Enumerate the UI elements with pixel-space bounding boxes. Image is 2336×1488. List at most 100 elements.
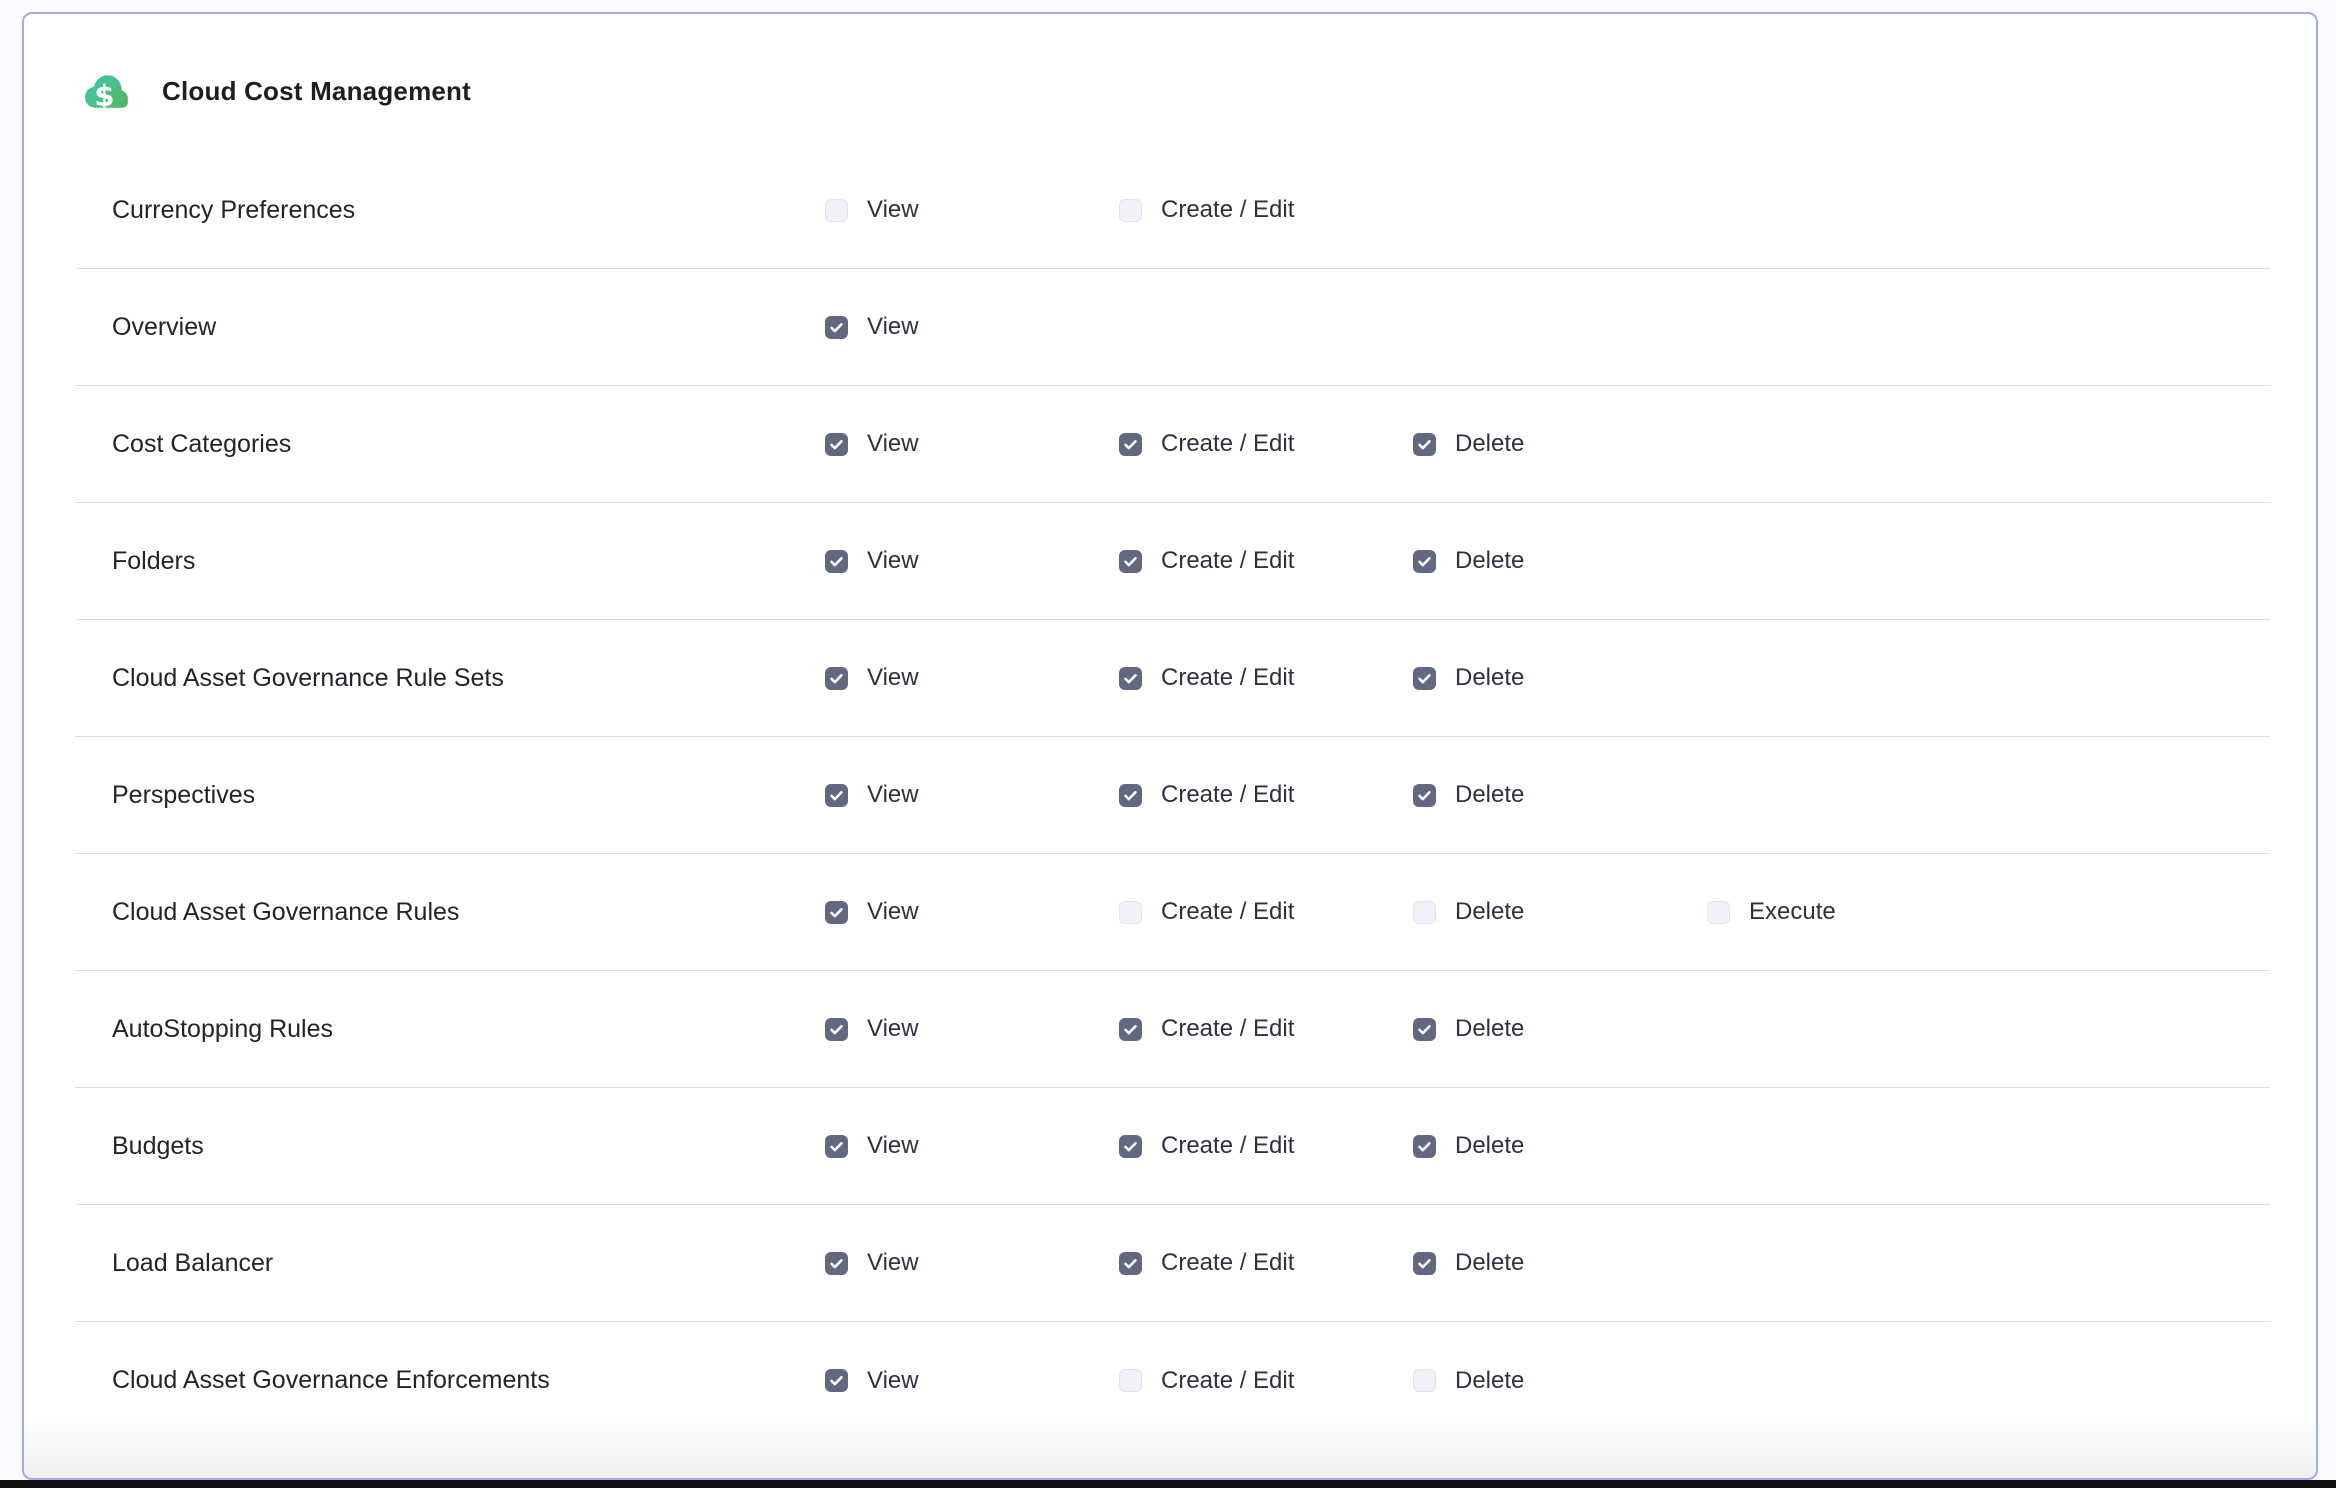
permission-label: Create / Edit <box>1161 1015 1294 1043</box>
view-checkbox[interactable]: View <box>825 430 1119 458</box>
resource-name: Cost Categories <box>75 430 825 459</box>
permission-label: Create / Edit <box>1161 1132 1294 1160</box>
bottom-edge-strip <box>0 1480 2336 1488</box>
checkbox-icon <box>825 1369 848 1392</box>
checkbox-icon <box>1413 550 1436 573</box>
checkmark-icon <box>828 553 845 570</box>
permission-row: Overview View <box>75 269 2270 386</box>
permission-label: Create / Edit <box>1161 1249 1294 1277</box>
permission-label: View <box>867 1132 919 1160</box>
permission-row: Cost Categories View Create / Edit Delet… <box>75 386 2270 503</box>
delete-checkbox[interactable]: Delete <box>1413 898 1707 926</box>
permission-label: Create / Edit <box>1161 196 1294 224</box>
create-edit-checkbox[interactable]: Create / Edit <box>1119 430 1413 458</box>
resource-name: Load Balancer <box>75 1249 825 1278</box>
checkbox-icon <box>825 199 848 222</box>
checkmark-icon <box>1416 1138 1433 1155</box>
view-checkbox[interactable]: View <box>825 898 1119 926</box>
permission-row: AutoStopping Rules View Create / Edit De… <box>75 971 2270 1088</box>
permission-label: View <box>867 313 919 341</box>
checkbox-icon <box>1413 1135 1436 1158</box>
permission-label: Delete <box>1455 664 1524 692</box>
permission-label: View <box>867 781 919 809</box>
permission-label: Delete <box>1455 1249 1524 1277</box>
delete-checkbox[interactable]: Delete <box>1413 1132 1707 1160</box>
checkbox-icon <box>1707 901 1730 924</box>
create-edit-checkbox[interactable]: Create / Edit <box>1119 1132 1413 1160</box>
permission-label: Delete <box>1455 1367 1524 1395</box>
checkmark-icon <box>828 1255 845 1272</box>
checkbox-icon <box>825 550 848 573</box>
checkbox-icon <box>825 433 848 456</box>
checkmark-icon <box>828 904 845 921</box>
checkmark-icon <box>1416 1255 1433 1272</box>
create-edit-checkbox[interactable]: Create / Edit <box>1119 547 1413 575</box>
delete-checkbox[interactable]: Delete <box>1413 664 1707 692</box>
checkmark-icon <box>1122 436 1139 453</box>
permission-label: View <box>867 547 919 575</box>
permission-row: Cloud Asset Governance Enforcements View… <box>75 1322 2270 1439</box>
checkmark-icon <box>828 1138 845 1155</box>
permission-label: Delete <box>1455 430 1524 458</box>
permission-label: Delete <box>1455 898 1524 926</box>
checkbox-icon <box>825 1018 848 1041</box>
create-edit-checkbox[interactable]: Create / Edit <box>1119 1367 1413 1395</box>
permission-label: View <box>867 1249 919 1277</box>
permission-row: Cloud Asset Governance Rules View Create… <box>75 854 2270 971</box>
view-checkbox[interactable]: View <box>825 1367 1119 1395</box>
resource-name: Cloud Asset Governance Rules <box>75 898 825 927</box>
permission-label: Delete <box>1455 547 1524 575</box>
module-header: $ Cloud Cost Management <box>80 68 471 115</box>
delete-checkbox[interactable]: Delete <box>1413 547 1707 575</box>
create-edit-checkbox[interactable]: Create / Edit <box>1119 664 1413 692</box>
view-checkbox[interactable]: View <box>825 781 1119 809</box>
checkbox-icon <box>825 667 848 690</box>
checkmark-icon <box>828 787 845 804</box>
delete-checkbox[interactable]: Delete <box>1413 781 1707 809</box>
view-checkbox[interactable]: View <box>825 196 1119 224</box>
checkbox-icon <box>1413 901 1436 924</box>
checkmark-icon <box>1122 1021 1139 1038</box>
permission-label: Delete <box>1455 1015 1524 1043</box>
delete-checkbox[interactable]: Delete <box>1413 1015 1707 1043</box>
permission-row: Currency Preferences View Create / Edit <box>75 152 2270 269</box>
create-edit-checkbox[interactable]: Create / Edit <box>1119 1249 1413 1277</box>
checkbox-icon <box>1119 199 1142 222</box>
permissions-table: Currency Preferences View Create / Edit … <box>75 152 2270 1439</box>
checkmark-icon <box>1122 670 1139 687</box>
create-edit-checkbox[interactable]: Create / Edit <box>1119 196 1413 224</box>
create-edit-checkbox[interactable]: Create / Edit <box>1119 781 1413 809</box>
checkmark-icon <box>1416 670 1433 687</box>
delete-checkbox[interactable]: Delete <box>1413 1367 1707 1395</box>
checkbox-icon <box>1413 433 1436 456</box>
create-edit-checkbox[interactable]: Create / Edit <box>1119 1015 1413 1043</box>
resource-name: Perspectives <box>75 781 825 810</box>
permission-label: View <box>867 196 919 224</box>
checkmark-icon <box>828 319 845 336</box>
checkmark-icon <box>1416 553 1433 570</box>
view-checkbox[interactable]: View <box>825 313 1119 341</box>
view-checkbox[interactable]: View <box>825 1015 1119 1043</box>
permission-label: Delete <box>1455 781 1524 809</box>
checkbox-icon <box>1413 1369 1436 1392</box>
permission-label: Create / Edit <box>1161 664 1294 692</box>
checkbox-icon <box>1413 784 1436 807</box>
delete-checkbox[interactable]: Delete <box>1413 1249 1707 1277</box>
view-checkbox[interactable]: View <box>825 664 1119 692</box>
permission-label: Delete <box>1455 1132 1524 1160</box>
checkbox-icon <box>1119 1252 1142 1275</box>
delete-checkbox[interactable]: Delete <box>1413 430 1707 458</box>
checkmark-icon <box>1122 553 1139 570</box>
checkmark-icon <box>828 1021 845 1038</box>
resource-name: Cloud Asset Governance Enforcements <box>75 1366 825 1395</box>
execute-checkbox[interactable]: Execute <box>1707 898 2001 926</box>
view-checkbox[interactable]: View <box>825 1249 1119 1277</box>
view-checkbox[interactable]: View <box>825 1132 1119 1160</box>
checkbox-icon <box>1119 1018 1142 1041</box>
view-checkbox[interactable]: View <box>825 547 1119 575</box>
checkbox-icon <box>1119 1369 1142 1392</box>
create-edit-checkbox[interactable]: Create / Edit <box>1119 898 1413 926</box>
resource-name: Overview <box>75 313 825 342</box>
checkbox-icon <box>825 316 848 339</box>
checkbox-icon <box>1119 667 1142 690</box>
